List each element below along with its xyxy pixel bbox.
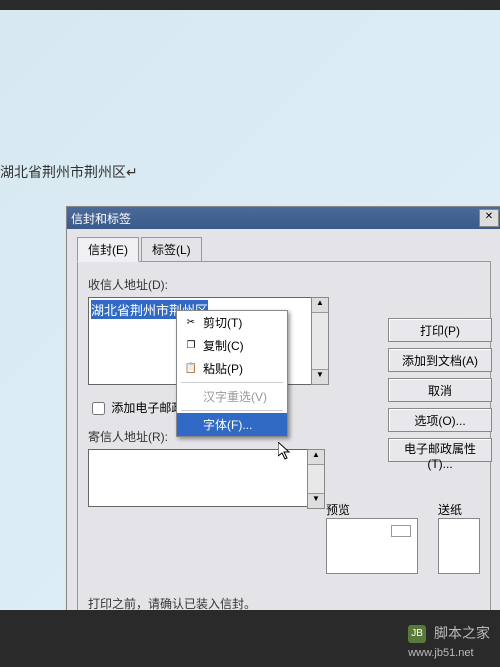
ctx-font[interactable]: A字体(F)... [177,413,287,436]
status-text: 打印之前，请确认已装入信封。 [88,595,256,610]
preview-label: 预览 [326,501,418,518]
copy-icon: ❐ [183,338,199,354]
print-button[interactable]: 打印(P) [388,318,492,342]
preview-box [326,518,418,574]
logo-icon: JB [408,625,426,643]
options-button[interactable]: 选项(O)... [388,408,492,432]
context-menu: ✂剪切(T) ❐复制(C) 📋粘贴(P) 汉字重选(V) A字体(F)... [176,310,288,437]
close-button[interactable]: ✕ [479,209,499,227]
font-icon: A [183,417,199,433]
dialog-titlebar: 信封和标签 ✕ [67,207,500,229]
cancel-button[interactable]: 取消 [388,378,492,402]
ctx-cut[interactable]: ✂剪切(T) [177,311,287,334]
feed-label: 送纸 [438,501,480,518]
tab-envelope[interactable]: 信封(E) [77,237,139,262]
add-to-doc-button[interactable]: 添加到文档(A) [388,348,492,372]
ctx-reconvert: 汉字重选(V) [177,385,287,408]
dialog-title: 信封和标签 [71,210,131,227]
watermark: JB 脚本之家 www.jb51.net [408,623,490,659]
recipient-label: 收信人地址(D): [88,276,480,293]
scrollbar[interactable]: ▲▼ [307,449,325,509]
scissors-icon: ✂ [183,315,199,331]
paste-icon: 📋 [183,361,199,377]
ctx-copy[interactable]: ❐复制(C) [177,334,287,357]
document-text: 湖北省荆州市荆州区↵ [0,162,138,182]
feed-box [438,518,480,574]
sender-address-input[interactable]: ▲▼ [88,449,310,507]
scrollbar[interactable]: ▲▼ [311,297,329,385]
tab-label[interactable]: 标签(L) [141,237,202,262]
ctx-paste[interactable]: 📋粘贴(P) [177,357,287,380]
epost-props-button[interactable]: 电子邮政属性(T)... [388,438,492,462]
